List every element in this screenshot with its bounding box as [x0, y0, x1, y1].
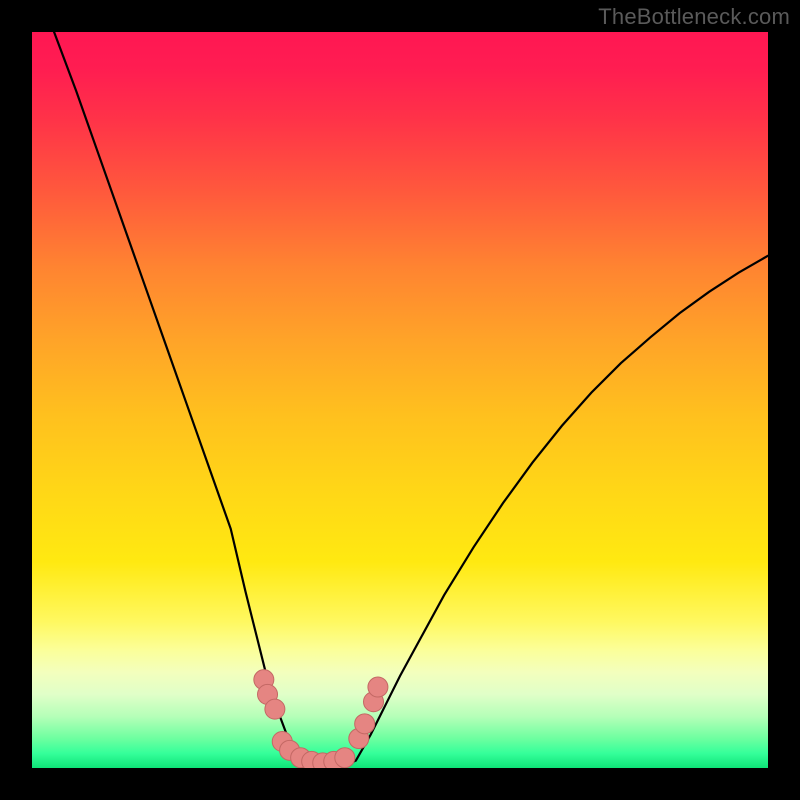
- outer-frame: TheBottleneck.com: [0, 0, 800, 800]
- plot-area: [32, 32, 768, 768]
- data-marker: [265, 699, 285, 719]
- data-markers: [254, 670, 388, 768]
- data-marker: [355, 714, 375, 734]
- data-marker: [368, 677, 388, 697]
- watermark-text: TheBottleneck.com: [598, 4, 790, 30]
- bottleneck-curve: [54, 32, 768, 766]
- data-marker: [335, 748, 355, 768]
- chart-svg: [32, 32, 768, 768]
